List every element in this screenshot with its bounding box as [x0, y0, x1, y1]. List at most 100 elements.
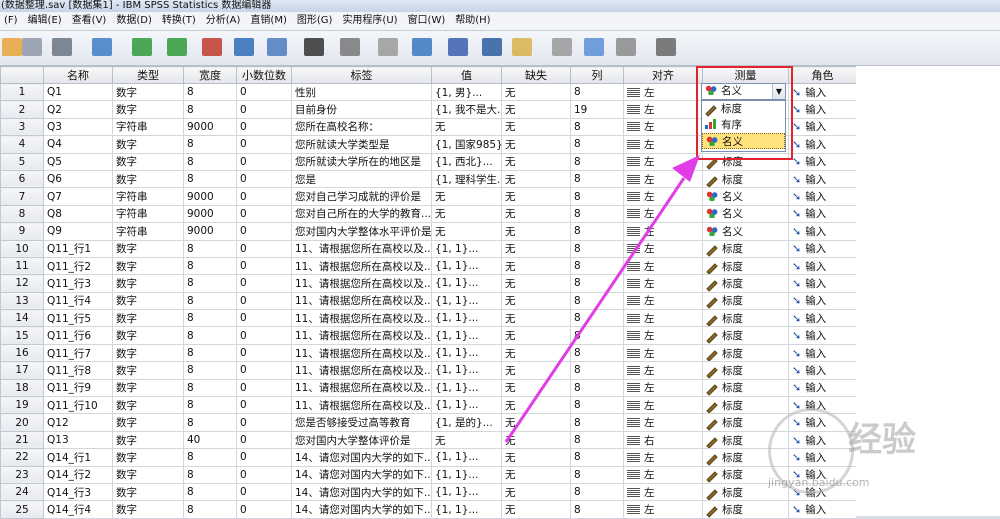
column-header-11[interactable]: 角色 [788, 66, 857, 84]
cell-role[interactable]: ➘ 输入 [788, 256, 857, 276]
cell-cols[interactable]: 8 [570, 169, 624, 189]
cell-cols[interactable]: 8 [570, 239, 624, 258]
cell-align[interactable]: 左 [623, 309, 703, 328]
cell-label[interactable]: 您对国内大学整体评价是 [291, 430, 432, 450]
cell-cols[interactable]: 8 [570, 274, 624, 293]
cell-missing[interactable]: 无 [501, 448, 571, 467]
cell-name[interactable]: Q14_行1 [43, 448, 113, 467]
column-header-5[interactable]: 标签 [291, 66, 432, 84]
cell-role[interactable]: ➘ 输入 [788, 82, 857, 102]
cell-values[interactable]: {1, 男}... [431, 82, 502, 102]
cell-align[interactable]: 左 [623, 465, 703, 484]
cell-width[interactable]: 8 [183, 413, 237, 432]
cell-align[interactable]: 左 [623, 291, 703, 311]
cell-dec[interactable]: 0 [236, 187, 292, 206]
cell-measure[interactable]: 标度 [702, 326, 789, 345]
cell-cols[interactable]: 8 [570, 256, 624, 276]
cell-name[interactable]: Q3 [43, 117, 113, 137]
row-number[interactable]: 21 [0, 430, 44, 450]
cell-cols[interactable]: 8 [570, 82, 624, 102]
cell-width[interactable]: 8 [183, 482, 237, 502]
row-number[interactable]: 13 [0, 291, 44, 311]
cell-role[interactable]: ➘ 输入 [788, 239, 857, 258]
cell-align[interactable]: 左 [623, 448, 703, 467]
row-number[interactable]: 20 [0, 413, 44, 432]
menu-item-2[interactable]: 查看(V) [68, 12, 113, 30]
cell-missing[interactable]: 无 [501, 82, 571, 102]
cell-role[interactable]: ➘ 输入 [788, 343, 857, 363]
cell-name[interactable]: Q6 [43, 169, 113, 189]
cell-missing[interactable]: 无 [501, 256, 571, 276]
use-variable-sets-icon[interactable] [582, 35, 606, 59]
redo-icon[interactable] [165, 35, 189, 59]
cell-dec[interactable]: 0 [236, 117, 292, 137]
cell-label[interactable]: 您所在高校名称： [291, 117, 432, 137]
cell-missing[interactable]: 无 [501, 309, 571, 328]
cell-measure[interactable]: 名义 [702, 204, 789, 224]
row-number[interactable]: 7 [0, 187, 44, 206]
cell-cols[interactable]: 8 [570, 413, 624, 432]
cell-role[interactable]: ➘ 输入 [788, 378, 857, 398]
cell-width[interactable]: 9000 [183, 204, 237, 224]
cell-type[interactable]: 字符串 [112, 204, 184, 224]
cell-label[interactable]: 11、请根据您所在高校以及... [291, 309, 432, 328]
row-number[interactable]: 2 [0, 100, 44, 119]
cell-width[interactable]: 8 [183, 291, 237, 311]
cell-missing[interactable]: 无 [501, 361, 571, 380]
column-header-8[interactable]: 列 [570, 66, 624, 84]
cell-dec[interactable]: 0 [236, 361, 292, 380]
cell-cols[interactable]: 8 [570, 430, 624, 450]
column-header-0[interactable] [0, 66, 44, 84]
variables-icon[interactable] [265, 35, 289, 59]
cell-align[interactable]: 左 [623, 361, 703, 380]
cell-role[interactable]: ➘ 输入 [788, 361, 857, 380]
cell-values[interactable]: 无 [431, 222, 502, 241]
menu-item-9[interactable]: 窗口(W) [404, 12, 452, 30]
cell-width[interactable]: 8 [183, 361, 237, 380]
cell-missing[interactable]: 无 [501, 482, 571, 502]
cell-role[interactable]: ➘ 输入 [788, 117, 857, 137]
row-number[interactable]: 9 [0, 222, 44, 241]
cell-width[interactable]: 9000 [183, 117, 237, 137]
cell-label[interactable]: 您对自己学习成就的评价是 [291, 187, 432, 206]
cell-width[interactable]: 8 [183, 239, 237, 258]
save-icon[interactable] [20, 35, 44, 59]
weight-cases-icon[interactable] [480, 35, 504, 59]
cell-align[interactable]: 左 [623, 256, 703, 276]
cell-cols[interactable]: 8 [570, 482, 624, 502]
cell-dec[interactable]: 0 [236, 135, 292, 154]
cell-width[interactable]: 8 [183, 309, 237, 328]
cell-name[interactable]: Q5 [43, 152, 113, 171]
cell-role[interactable]: ➘ 输入 [788, 100, 857, 119]
cell-label[interactable]: 11、请根据您所在高校以及... [291, 326, 432, 345]
row-number[interactable]: 4 [0, 135, 44, 154]
cell-dec[interactable]: 0 [236, 100, 292, 119]
column-header-2[interactable]: 类型 [112, 66, 184, 84]
cell-values[interactable]: {1, 1}... [431, 309, 502, 328]
cell-values[interactable]: {1, 1}... [431, 396, 502, 415]
cell-type[interactable]: 数字 [112, 100, 184, 119]
cell-name[interactable]: Q11_行2 [43, 256, 113, 276]
cell-values[interactable]: {1, 1}... [431, 465, 502, 484]
cell-measure[interactable]: 标度 [702, 169, 789, 189]
cell-width[interactable]: 8 [183, 82, 237, 102]
menu-item-10[interactable]: 帮助(H) [451, 12, 496, 30]
cell-align[interactable]: 左 [623, 82, 703, 102]
cell-missing[interactable]: 无 [501, 396, 571, 415]
cell-width[interactable]: 8 [183, 378, 237, 398]
cell-values[interactable]: {1, 1}... [431, 274, 502, 293]
cell-label[interactable]: 11、请根据您所在高校以及... [291, 378, 432, 398]
cell-width[interactable]: 8 [183, 256, 237, 276]
cell-label[interactable]: 11、请根据您所在高校以及... [291, 239, 432, 258]
menu-item-0[interactable]: (F) [0, 12, 24, 30]
cell-name[interactable]: Q11_行10 [43, 396, 113, 415]
cell-measure[interactable]: 标度 [702, 291, 789, 311]
cell-align[interactable]: 左 [623, 100, 703, 119]
cell-role[interactable]: ➘ 输入 [788, 326, 857, 345]
cell-cols[interactable]: 8 [570, 222, 624, 241]
cell-width[interactable]: 8 [183, 274, 237, 293]
cell-label[interactable]: 您是否够接受过高等教育 [291, 413, 432, 432]
cell-values[interactable]: {1, 是的}... [431, 413, 502, 432]
cell-role[interactable]: ➘ 输入 [788, 187, 857, 206]
column-header-4[interactable]: 小数位数 [236, 66, 292, 84]
